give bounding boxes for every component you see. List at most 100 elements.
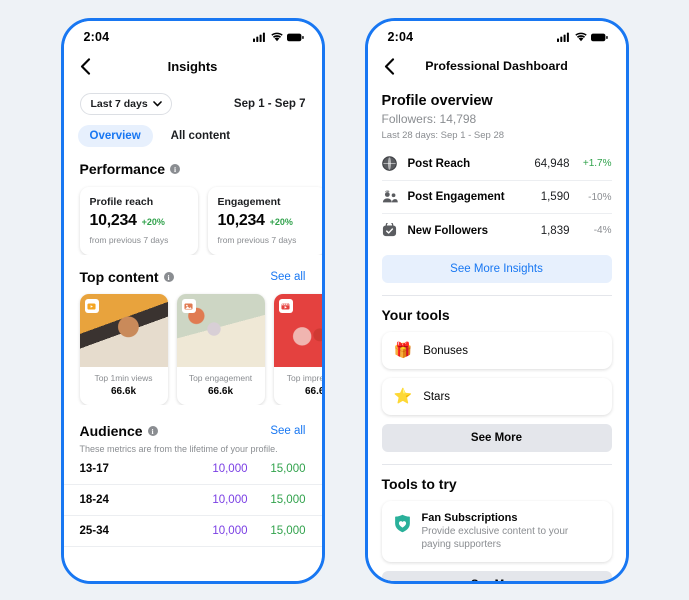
info-icon[interactable]: i <box>163 272 174 282</box>
video-badge-glyph <box>87 302 96 310</box>
filter-row: Last 7 days Sep 1 - Sep 7 <box>64 83 322 115</box>
performance-title: Performance <box>79 161 166 177</box>
metric-card[interactable]: Engagement 10,234 +20% from previous 7 d… <box>207 187 322 255</box>
audience-age-label: 25-34 <box>79 525 109 537</box>
date-range-dropdown-label: Last 7 days <box>90 98 148 110</box>
see-more-insights-button[interactable]: See More Insights <box>381 255 612 283</box>
star-icon: ⭐ <box>393 388 413 405</box>
tab-bar: Overview All content <box>64 115 322 147</box>
tool-card-bonuses[interactable]: 🎁 Bonuses <box>381 332 612 369</box>
metric-row-label: Post Engagement <box>407 191 505 203</box>
photo-badge-icon <box>181 299 196 313</box>
your-tools-title: Your tools <box>381 307 450 323</box>
tab-all-content[interactable]: All content <box>159 125 242 147</box>
back-chevron-icon <box>384 57 395 75</box>
tool-card-label: Stars <box>423 390 451 403</box>
metric-card-label: Profile reach <box>89 196 154 208</box>
top-content-title: Top content <box>79 269 159 285</box>
performance-title-group: Performance i <box>80 161 181 177</box>
tools-to-try-see-more-button[interactable]: See More <box>381 571 612 581</box>
top-content-label: Top engagement <box>188 373 253 383</box>
audience-note: These metrics are from the lifetime of y… <box>79 444 278 454</box>
audience-value-secondary: 15,000 <box>270 525 306 537</box>
audience-see-all-link[interactable]: See all <box>270 425 305 437</box>
reels-badge-glyph <box>281 302 290 310</box>
performance-header: Performance i <box>64 147 322 177</box>
tab-overview[interactable]: Overview <box>77 125 153 147</box>
audience-age-label: 18-24 <box>79 494 109 506</box>
status-bar: 2:04 <box>64 21 322 49</box>
tool-card-text: Fan Subscriptions Provide exclusive cont… <box>422 512 600 551</box>
audience-age-label: 13-17 <box>79 463 109 475</box>
back-button[interactable] <box>382 57 398 75</box>
shield-heart-icon <box>394 514 410 533</box>
metric-row-post-engagement[interactable]: Post Engagement 1,590 -10% <box>381 181 612 214</box>
top-content-thumbnail <box>273 294 322 367</box>
tool-card-title: Fan Subscriptions <box>421 512 518 524</box>
metric-card-value: 10,234 <box>89 212 137 229</box>
period-label: Last 28 days: Sep 1 - Sep 28 <box>381 130 505 141</box>
top-content-value: 66.6k <box>207 386 234 397</box>
top-content-label: Top impressions <box>286 373 322 383</box>
audience-value-primary: 10,000 <box>212 525 248 537</box>
top-content-title-group: Top content i <box>80 269 174 285</box>
metric-row-value: 1,839 <box>540 224 570 237</box>
date-range-text: Sep 1 - Sep 7 <box>233 98 306 110</box>
top-content-label: Top 1min views <box>94 373 153 383</box>
people-icon <box>382 190 404 204</box>
top-content-card-partial[interactable]: Top impressions 66.6k <box>273 294 322 405</box>
top-content-strip[interactable]: Top 1min views 66.6k Top engagement 66.6… <box>64 285 322 405</box>
top-content-card[interactable]: Top 1min views 66.6k <box>79 294 168 405</box>
top-content-meta: Top impressions 66.6k <box>274 367 322 405</box>
status-time: 2:04 <box>83 30 110 44</box>
back-chevron-icon <box>80 57 91 75</box>
audience-title: Audience <box>79 423 143 439</box>
your-tools-see-more-button[interactable]: See More <box>381 424 612 452</box>
top-content-see-all-link[interactable]: See all <box>270 271 305 283</box>
chevron-down-icon <box>152 101 162 107</box>
back-button[interactable] <box>78 57 94 75</box>
status-icons <box>252 32 304 42</box>
tool-card-description: Provide exclusive content to your paying… <box>421 526 569 550</box>
battery-full-icon <box>286 33 304 41</box>
date-range-dropdown[interactable]: Last 7 days <box>79 93 172 115</box>
phone-insights-screen: 2:04 Insights Last 7 days Sep 1 - Sep 7 … <box>63 21 322 581</box>
audience-value-secondary: 15,000 <box>270 463 306 475</box>
screenshot-canvas: 2:04 Insights Last 7 days Sep 1 - Sep 7 … <box>0 0 689 600</box>
metric-row-delta: -4% <box>593 225 612 236</box>
phone-insights: 2:04 Insights Last 7 days Sep 1 - Sep 7 … <box>60 18 325 584</box>
metric-card[interactable]: Profile reach 10,234 +20% from previous … <box>79 187 198 255</box>
top-content-meta: Top engagement 66.6k <box>177 367 265 405</box>
metric-row-delta: -10% <box>588 191 612 203</box>
page-title: Insights <box>167 58 218 74</box>
metric-row-value: 1,590 <box>540 191 570 203</box>
table-row: 18-24 10,000 15,000 <box>63 485 322 516</box>
info-icon[interactable]: i <box>170 164 181 174</box>
tool-card-fan-subscriptions[interactable]: Fan Subscriptions Provide exclusive cont… <box>381 501 612 562</box>
phone-professional-dashboard: 2:04 Professional Dashboard Profile over… <box>364 18 629 584</box>
cellular-signal-icon <box>556 32 569 42</box>
video-badge-icon <box>84 299 99 313</box>
top-content-meta: Top 1min views 66.6k <box>80 367 168 405</box>
table-row: 13-17 10,000 15,000 <box>63 454 322 485</box>
performance-card-strip[interactable]: Profile reach 10,234 +20% from previous … <box>64 177 322 255</box>
metric-row-value: 64,948 <box>534 157 570 170</box>
audience-value-secondary: 15,000 <box>270 494 306 506</box>
profile-overview-title: Profile overview <box>381 93 493 109</box>
nav-bar-insights: Insights <box>64 49 322 83</box>
metric-row-new-followers[interactable]: New Followers 1,839 -4% <box>382 214 612 247</box>
info-icon[interactable]: i <box>147 426 158 436</box>
reels-badge-icon <box>278 299 293 313</box>
metric-row-post-reach[interactable]: Post Reach 64,948 +1.7% <box>381 147 612 181</box>
top-content-thumbnail <box>176 294 265 367</box>
globe-icon <box>381 156 404 171</box>
tool-card-stars[interactable]: ⭐ Stars <box>381 378 612 415</box>
photo-badge-glyph <box>184 302 193 310</box>
metric-card-label: Engagement <box>217 196 281 208</box>
metric-card-sub: from previous 7 days <box>89 235 169 245</box>
battery-full-icon <box>590 33 608 41</box>
page-title: Professional Dashboard <box>425 59 568 73</box>
top-content-card[interactable]: Top engagement 66.6k <box>176 294 265 405</box>
top-content-header: Top content i See all <box>64 255 322 285</box>
top-content-value: 66.6k <box>110 386 137 397</box>
